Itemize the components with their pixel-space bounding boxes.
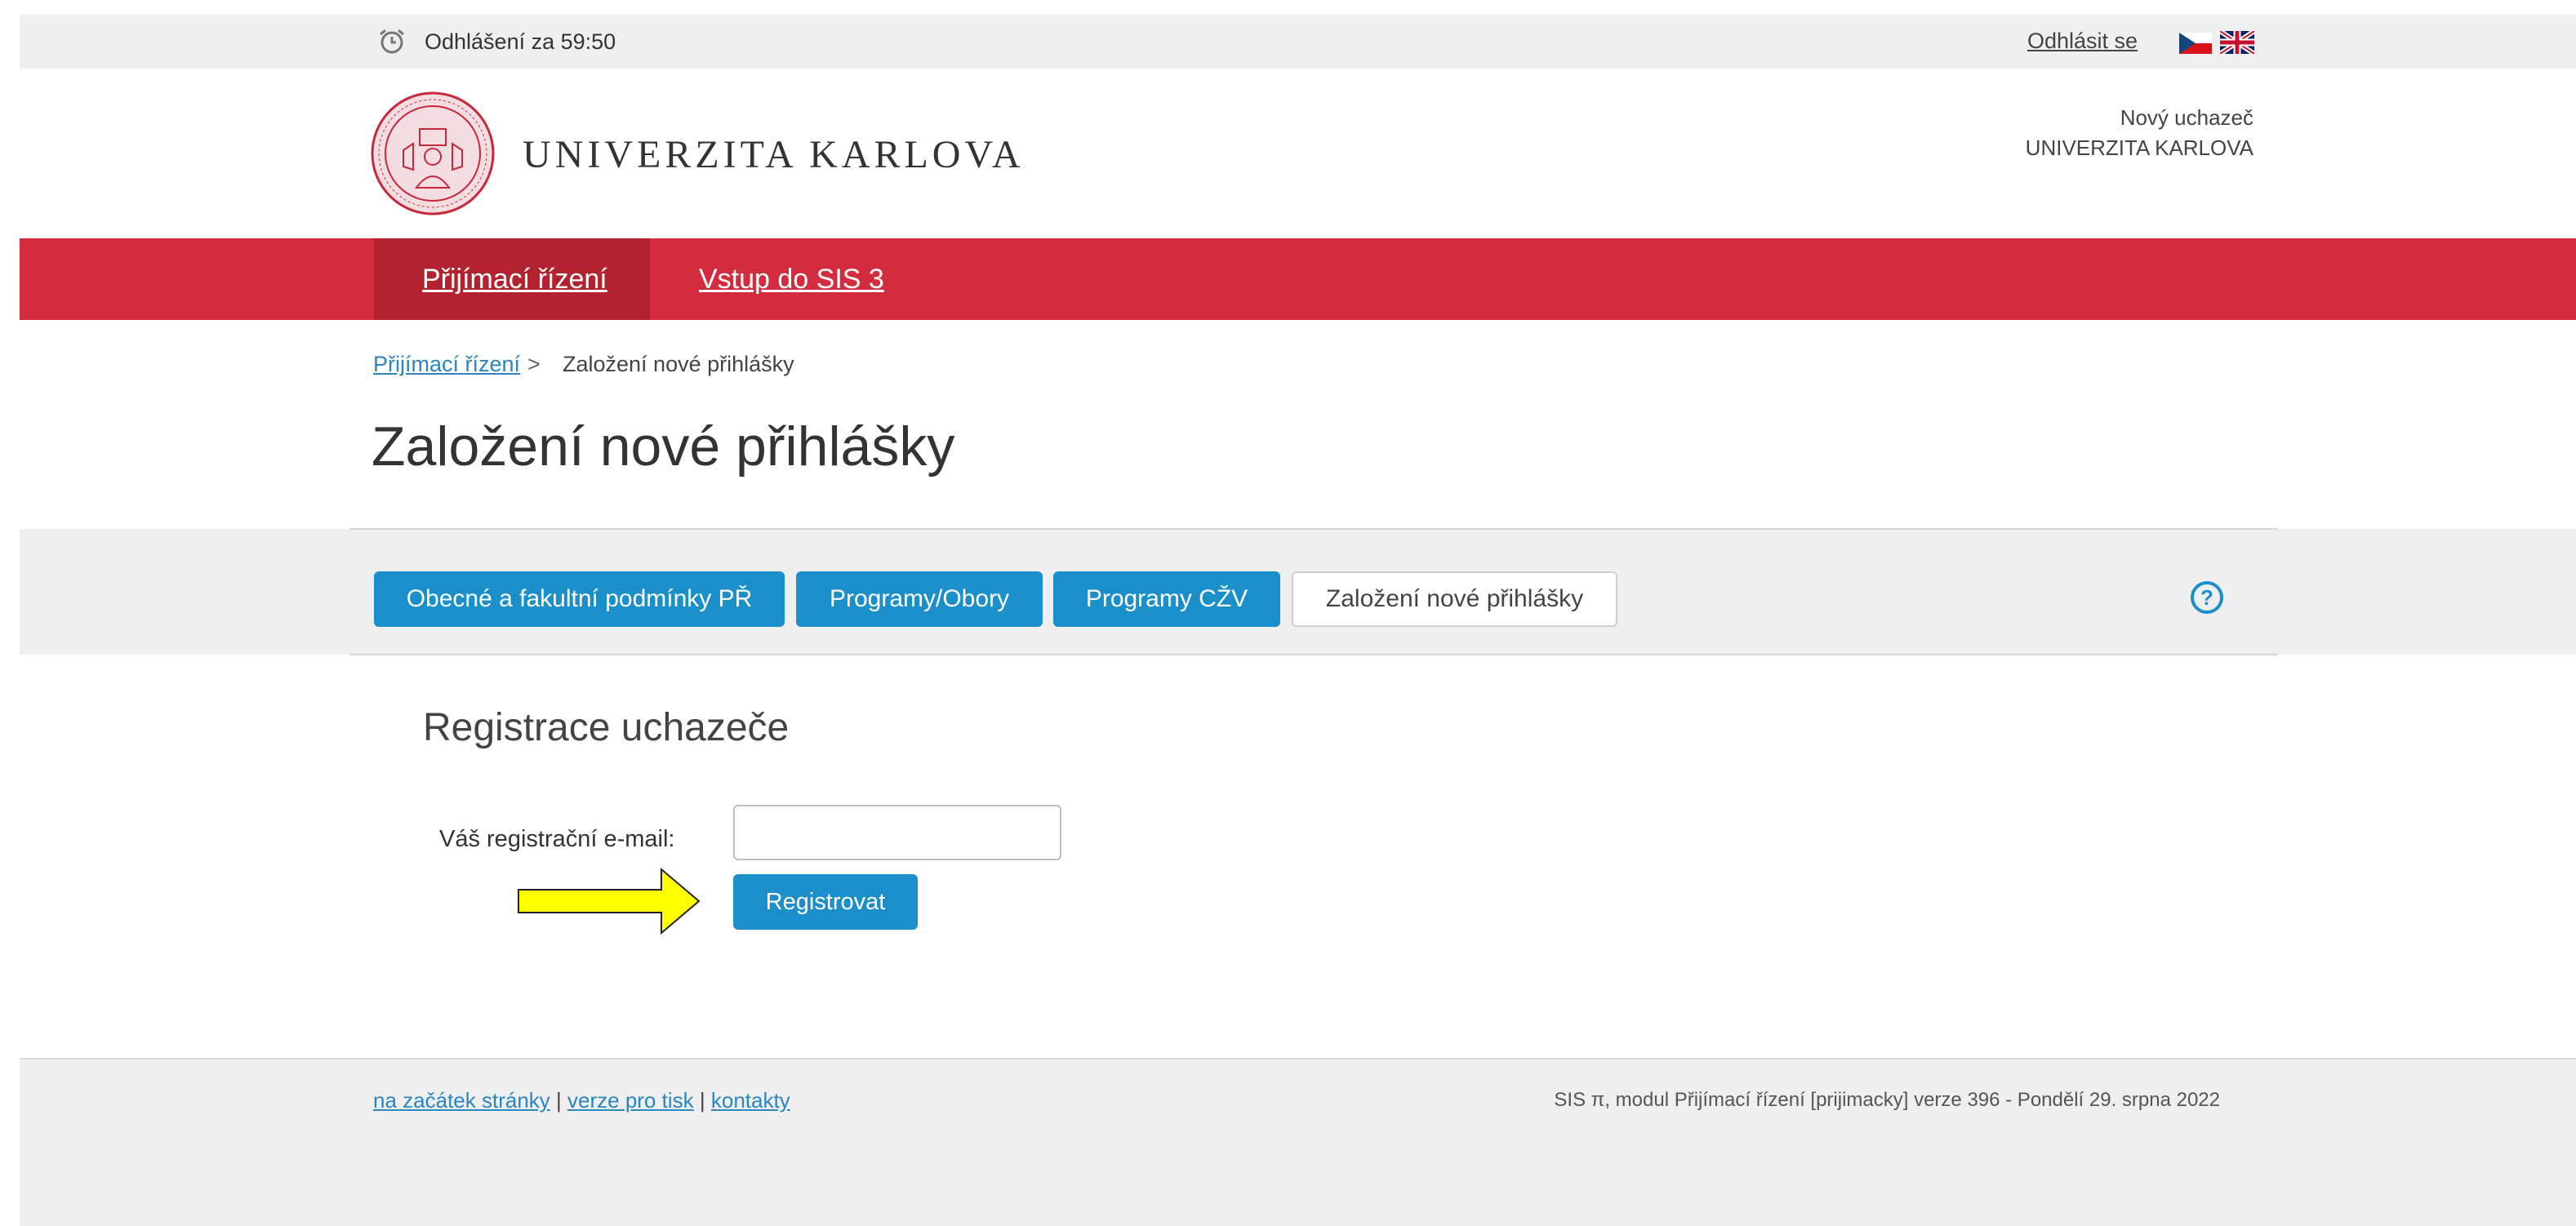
logout-timer: Odhlášení za 59:50 xyxy=(425,29,616,54)
register-button[interactable]: Registrovat xyxy=(733,874,918,930)
user-name: Nový uchazeč xyxy=(2120,105,2253,130)
university-name: UNIVERZITA KARLOVA xyxy=(523,133,1025,176)
tab-new-application[interactable]: Založení nové přihlášky xyxy=(1292,571,1617,627)
uk-flag-icon[interactable] xyxy=(2220,31,2254,54)
breadcrumb-current: Založení nové přihlášky xyxy=(563,352,794,376)
breadcrumb-link[interactable]: Přijímací řízení xyxy=(373,349,520,379)
footer-separator: | xyxy=(556,1088,562,1113)
nav-item-admissions[interactable]: Přijímací řízení xyxy=(422,238,607,320)
breadcrumb-separator: > xyxy=(527,352,541,376)
divider xyxy=(349,654,2278,655)
alarm-clock-icon xyxy=(380,29,404,54)
page-title: Založení nové přihlášky xyxy=(371,415,955,478)
footer-separator: | xyxy=(699,1088,705,1113)
tab-programs[interactable]: Programy/Obory xyxy=(796,571,1043,627)
footer-link-top[interactable]: na začátek stránky xyxy=(373,1088,550,1113)
help-circle-icon[interactable]: ? xyxy=(2189,580,2225,615)
czech-flag-icon[interactable] xyxy=(2179,33,2212,54)
section-title: Registrace uchazeče xyxy=(423,706,790,749)
email-label: Váš registrační e-mail: xyxy=(439,826,675,852)
email-input[interactable] xyxy=(733,805,1061,860)
divider xyxy=(349,528,2278,530)
yellow-arrow-icon xyxy=(518,867,701,935)
nav-item-sis3[interactable]: Vstup do SIS 3 xyxy=(699,238,884,320)
footer-link-contacts[interactable]: kontakty xyxy=(711,1088,790,1113)
svg-text:?: ? xyxy=(2200,585,2213,610)
footer-link-print[interactable]: verze pro tisk xyxy=(567,1088,694,1113)
logout-link[interactable]: Odhlásit se xyxy=(2027,26,2138,56)
tab-programs-czv[interactable]: Programy CŽV xyxy=(1053,571,1280,627)
university-seal-icon xyxy=(371,91,495,215)
footer xyxy=(20,1058,2576,1226)
footer-version-info: SIS π, modul Přijímací řízení [prijimack… xyxy=(1554,1089,2220,1111)
tab-general-conditions[interactable]: Obecné a fakultní podmínky PŘ xyxy=(374,571,785,627)
user-organization: UNIVERZITA KARLOVA xyxy=(2025,135,2253,160)
footer-links: na začátek stránky | verze pro tisk | ko… xyxy=(373,1086,790,1115)
